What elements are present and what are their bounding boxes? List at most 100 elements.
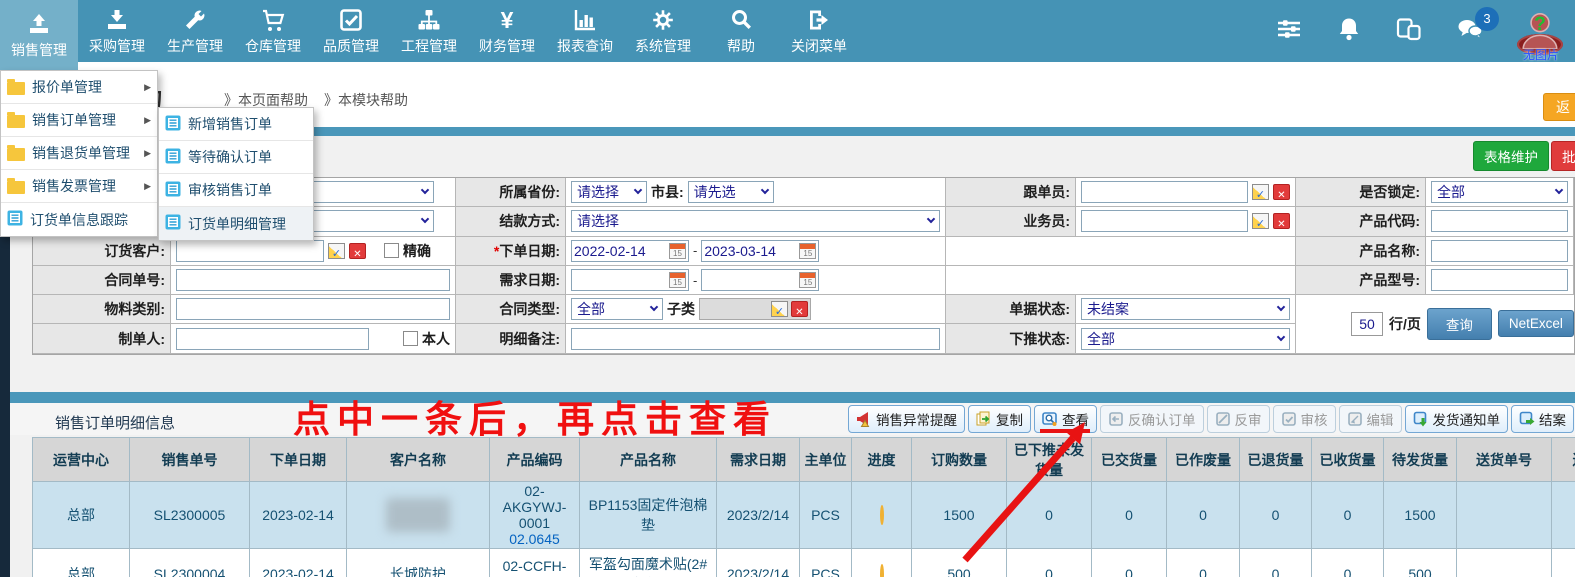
province-select[interactable]: 请选择 (571, 181, 647, 203)
menu-item-order-tracking[interactable]: 订货单信息跟踪 (1, 203, 157, 236)
payment-select[interactable]: 请选择 (571, 210, 940, 232)
form-cell: - (566, 266, 946, 295)
submenu-item-order-detail-mgmt[interactable]: 订货单明细管理 (159, 207, 313, 240)
nav-item-reports[interactable]: 报表查询 (546, 0, 624, 62)
document-icon (165, 181, 181, 200)
menu-item-sales-invoice[interactable]: 销售发票管理▶ (1, 170, 157, 203)
module-help-link[interactable]: 》本模块帮助 (324, 90, 408, 110)
product-name-input[interactable] (1431, 240, 1568, 262)
copy-button[interactable]: 复制 (968, 405, 1031, 433)
product-code-link[interactable]: 02.0645 (493, 531, 576, 547)
bell-icon[interactable] (1335, 15, 1363, 48)
nav-item-close-menu[interactable]: 关闭菜单 (780, 0, 858, 62)
nav-item-help[interactable]: 帮助 (702, 0, 780, 62)
need-date-to[interactable] (701, 269, 819, 291)
customer-label: 订货客户: (33, 237, 171, 266)
material-type-input[interactable] (176, 298, 450, 320)
menu-item-sales-order[interactable]: 销售订单管理▶ (1, 104, 157, 137)
nav-item-system[interactable]: 系统管理 (624, 0, 702, 62)
submenu-item-new-order[interactable]: 新增销售订单 (159, 108, 313, 141)
exact-checkbox[interactable] (384, 243, 399, 258)
salesman-input[interactable] (1081, 210, 1248, 232)
clear-icon[interactable] (349, 243, 366, 259)
nav-item-quality[interactable]: 品质管理 (312, 0, 390, 62)
lookup-icon[interactable] (328, 243, 345, 259)
contract-type-select[interactable]: 全部 (571, 298, 663, 320)
sales-alert-button[interactable]: 销售异常提醒 (848, 405, 965, 433)
close-case-button[interactable]: 结案 (1511, 405, 1574, 433)
document-icon (165, 115, 181, 134)
chevron-down-icon (1555, 186, 1563, 194)
nav-item-purchase[interactable]: 采购管理 (78, 0, 156, 62)
page-size-input[interactable] (1351, 312, 1383, 336)
chevron-down-icon (421, 186, 429, 194)
submenu-item-pending-confirm[interactable]: 等待确认订单 (159, 141, 313, 174)
chevron-down-icon (650, 303, 658, 311)
material-type-label: 物料类别: (33, 295, 171, 324)
download-icon (104, 7, 130, 33)
delivery-notice-button[interactable]: 发货通知单 (1405, 405, 1509, 433)
maker-input[interactable] (176, 328, 369, 350)
calendar-icon[interactable] (669, 243, 686, 259)
nav-item-production[interactable]: 生产管理 (156, 0, 234, 62)
clear-icon[interactable] (1273, 184, 1290, 200)
contract-no-input[interactable] (176, 269, 450, 291)
contract-type-label: 合同类型: (456, 295, 566, 324)
detail-remark-input[interactable] (571, 328, 940, 350)
contract-no-label: 合同单号: (33, 266, 171, 295)
city-select[interactable]: 请先选 (688, 181, 774, 203)
clear-icon[interactable] (1273, 213, 1290, 229)
nav-item-engineering[interactable]: 工程管理 (390, 0, 468, 62)
table-row-selected[interactable]: 总部 SL2300005 2023-02-14 02-AKGYWJ-000102… (33, 482, 1575, 549)
nav-item-warehouse[interactable]: 仓库管理 (234, 0, 312, 62)
menu-item-quotation[interactable]: 报价单管理▶ (1, 71, 157, 104)
devices-icon[interactable] (1395, 15, 1423, 48)
tracker-input[interactable] (1081, 181, 1248, 203)
col-header: 已作废量 (1167, 438, 1240, 482)
navbar-right: 3 ? 无图片 (1275, 0, 1565, 62)
push-status-select[interactable]: 全部 (1081, 328, 1290, 350)
customer-input[interactable] (176, 240, 324, 262)
need-date-from[interactable] (571, 269, 689, 291)
query-button[interactable]: 查询 (1427, 308, 1492, 340)
lookup-icon[interactable] (771, 301, 788, 317)
clear-icon[interactable] (791, 301, 808, 317)
order-date-label: *下单日期: (456, 237, 566, 266)
calendar-icon[interactable] (669, 272, 686, 288)
order-date-to[interactable]: 2023-03-14 (701, 240, 819, 262)
logout-icon (806, 7, 832, 33)
corner-button[interactable]: 返 (1543, 93, 1575, 121)
batch-button[interactable]: 批 (1551, 141, 1575, 171)
avatar[interactable]: ? 无图片 (1517, 7, 1565, 63)
chat-badge: 3 (1475, 7, 1499, 31)
doc-status-select[interactable]: 未结案 (1081, 298, 1290, 320)
table-row[interactable]: 总部 SL2300004 2023-02-14 长城防护 02-CCFH-001… (33, 549, 1575, 577)
nav-item-sales[interactable]: 销售管理 (0, 0, 78, 70)
search-icon (728, 7, 754, 33)
nav-item-finance[interactable]: ¥ 财务管理 (468, 0, 546, 62)
chat-icon[interactable]: 3 (1455, 15, 1485, 48)
self-checkbox[interactable] (403, 331, 418, 346)
order-date-from[interactable]: 2022-02-14 (571, 240, 689, 262)
settings-sliders-icon[interactable] (1275, 15, 1303, 48)
netexcel-button[interactable]: NetExcel (1498, 310, 1574, 337)
product-code-input[interactable] (1431, 210, 1568, 232)
sales-menu-level1: 报价单管理▶ 销售订单管理▶ 销售退货单管理▶ 销售发票管理▶ 订货单信息跟踪 (0, 70, 158, 237)
chevron-down-icon (927, 215, 935, 223)
lookup-icon[interactable] (1252, 184, 1269, 200)
product-model-input[interactable] (1431, 269, 1568, 291)
form-cell (1076, 207, 1296, 236)
form-cell (1426, 207, 1574, 236)
form-cell (1076, 178, 1296, 207)
menu-item-sales-return[interactable]: 销售退货单管理▶ (1, 137, 157, 170)
submenu-item-audit-order[interactable]: 审核销售订单 (159, 174, 313, 207)
calendar-icon[interactable] (799, 272, 816, 288)
table-maintain-button[interactable]: 表格维护 (1473, 141, 1549, 171)
lookup-icon[interactable] (1252, 213, 1269, 229)
form-cell (1426, 237, 1574, 266)
unaudit-button: 反审 (1207, 405, 1270, 433)
calendar-icon[interactable] (799, 243, 816, 259)
annotation-text: 点中一条后，再点击查看 (293, 389, 777, 443)
doc-status-label: 单据状态: (946, 295, 1076, 324)
lock-select[interactable]: 全部 (1431, 181, 1568, 203)
